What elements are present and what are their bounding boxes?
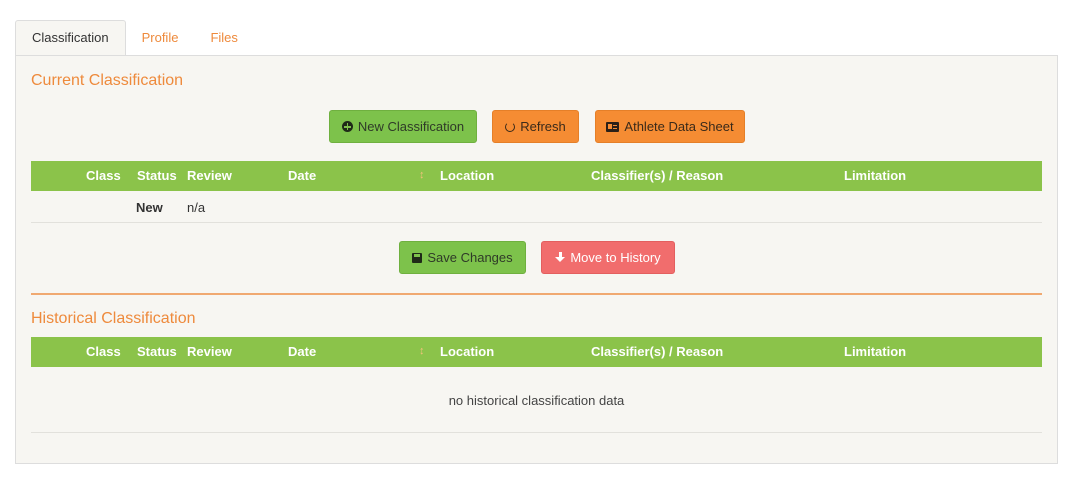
- col-classifiers: Classifier(s) / Reason: [591, 168, 724, 183]
- move-to-history-button[interactable]: Move to History: [541, 241, 675, 274]
- row-divider: [31, 222, 1042, 223]
- id-card-icon: [606, 121, 620, 132]
- current-classification-title: Current Classification: [31, 72, 184, 89]
- refresh-button[interactable]: Refresh: [492, 110, 579, 143]
- status-cell: New: [136, 200, 163, 215]
- col-status: Status: [137, 344, 177, 359]
- refresh-icon: [505, 121, 516, 132]
- col-class: Class: [86, 168, 121, 183]
- arrow-down-icon: [555, 252, 566, 263]
- col-date: Date: [288, 168, 317, 183]
- tab-classification[interactable]: Classification: [15, 20, 126, 56]
- tab-profile[interactable]: Profile: [126, 20, 195, 55]
- review-cell: n/a: [187, 200, 206, 215]
- refresh-label: Refresh: [520, 119, 566, 134]
- col-limitation: Limitation: [844, 344, 907, 359]
- move-to-history-label: Move to History: [570, 250, 661, 265]
- classification-panel: Current Classification New Classificatio…: [15, 55, 1058, 464]
- new-classification-button[interactable]: New Classification: [329, 110, 477, 143]
- save-icon: [412, 252, 423, 263]
- col-review: Review: [187, 344, 232, 359]
- tab-bar: Classification Profile Files: [15, 20, 254, 56]
- save-changes-label: Save Changes: [427, 250, 513, 265]
- sort-icon[interactable]: ↕: [419, 345, 428, 358]
- new-classification-label: New Classification: [357, 119, 465, 134]
- plus-circle-icon: [341, 121, 353, 132]
- section-divider: [31, 293, 1042, 295]
- row-divider: [31, 432, 1042, 433]
- sort-icon[interactable]: ↕: [419, 169, 428, 182]
- col-date: Date: [288, 344, 317, 359]
- save-changes-button[interactable]: Save Changes: [399, 241, 526, 274]
- current-table-header: Class Status Review Date ↕ Location Clas…: [31, 161, 1042, 191]
- col-location: Location: [440, 344, 495, 359]
- athlete-data-sheet-button[interactable]: Athlete Data Sheet: [595, 110, 745, 143]
- col-location: Location: [440, 168, 495, 183]
- athlete-data-sheet-label: Athlete Data Sheet: [624, 119, 734, 134]
- col-review: Review: [187, 168, 232, 183]
- col-class: Class: [86, 344, 121, 359]
- col-limitation: Limitation: [844, 168, 907, 183]
- historical-classification-title: Historical Classification: [31, 310, 196, 327]
- col-status: Status: [137, 168, 177, 183]
- tab-files[interactable]: Files: [194, 20, 253, 55]
- empty-history-message: no historical classification data: [448, 393, 625, 408]
- historical-table-header: Class Status Review Date ↕ Location Clas…: [31, 337, 1042, 367]
- col-classifiers: Classifier(s) / Reason: [591, 344, 724, 359]
